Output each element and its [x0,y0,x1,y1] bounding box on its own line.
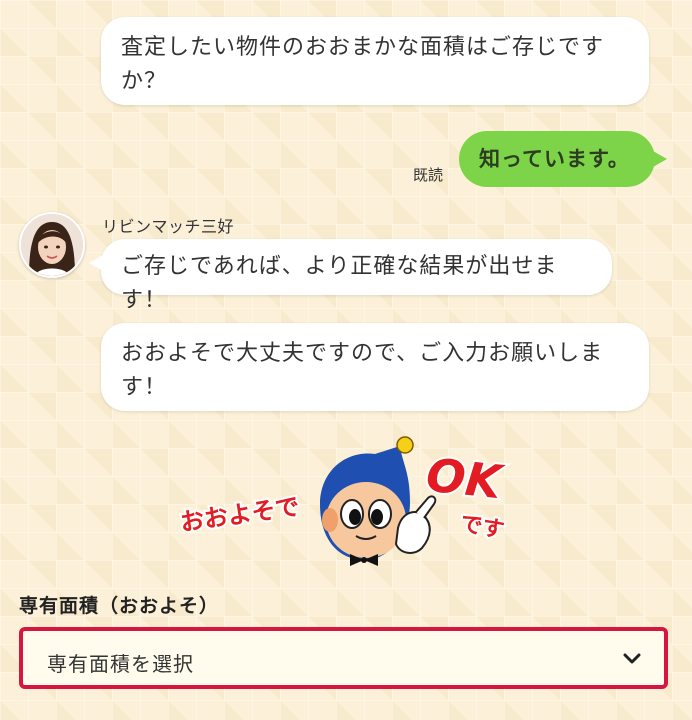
select-value: 専有面積を選択 [47,652,194,676]
sender-name: リビンマッチ三好 [102,217,235,236]
message-bubble: 査定したい物件のおおまかな面積はご存じですか？ [101,17,649,105]
message-text: おおよそで大丈夫ですので、ご入力お願いします！ [121,341,604,400]
chevron-down-icon [623,653,641,664]
message-text: 査定したい物件のおおまかな面積はご存じですか？ [121,35,605,94]
avatar-image [21,214,83,276]
field-label: 専有面積（おおよそ） [19,595,220,617]
user-reply-bubble: 知っています。 [459,131,667,187]
read-receipt: 既読 [413,166,444,184]
message-bubble: ご存じであれば、より正確な結果が出せます！ [89,239,612,313]
area-select[interactable]: 専有面積を選択 [19,627,668,689]
message-text: ご存じであれば、より正確な結果が出せます！ [121,254,558,313]
avatar [19,212,85,278]
reply-text: 知っています。 [479,147,630,171]
mascot-ok-text: OK [424,448,507,510]
mascot-illustration: おおよそで OK です [176,436,509,566]
message-bubble: おおよそで大丈夫ですので、ご入力お願いします！ [101,323,649,411]
mascot-desu-text: です [458,511,506,543]
mascot-left-text: おおよそで [178,492,301,536]
